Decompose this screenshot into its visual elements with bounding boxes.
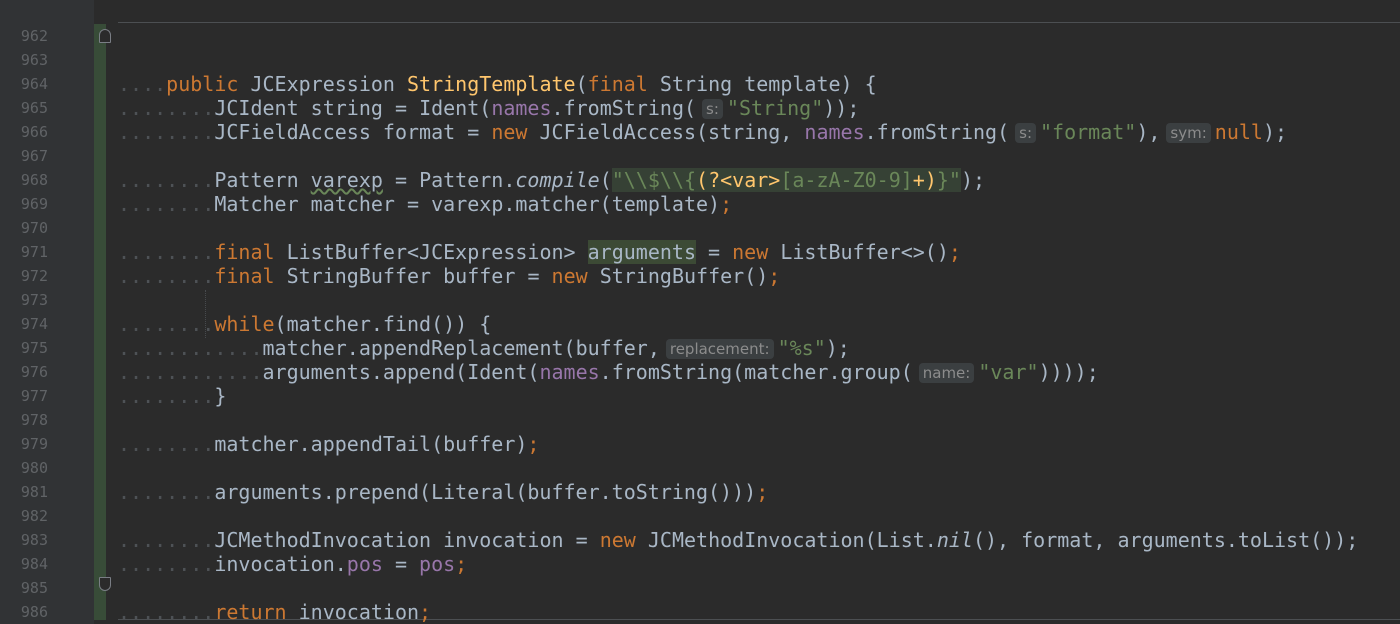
code-line[interactable]: 972	[0, 240, 1400, 285]
code-line[interactable]: 968 ........Matcher matcher = varexp.mat…	[0, 144, 1400, 216]
code-line[interactable]: 978 ........matcher.appendTail(buffer);	[0, 384, 1400, 456]
code-line[interactable]: 980 ........arguments.prepend(Literal(bu…	[0, 432, 1400, 504]
code-line[interactable]: 976 ........}	[0, 336, 1400, 408]
code-line[interactable]: 984	[0, 528, 1400, 573]
code-line[interactable]: 982 ........JCMethodInvocation invocatio…	[0, 480, 1400, 552]
code-line[interactable]: 974 ............matcher.appendReplacemen…	[0, 288, 1400, 360]
code-line[interactable]: 971 ........final StringBuffer buffer = …	[0, 216, 1400, 288]
code-editor[interactable]: 962 963 ....public JCExpression StringTe…	[0, 0, 1400, 624]
code-line[interactable]: 979	[0, 408, 1400, 453]
code-line[interactable]: 983 ........invocation.pos = pos;	[0, 504, 1400, 576]
code-line[interactable]: 975 ............arguments.append(Ident(n…	[0, 312, 1400, 384]
code-line[interactable]: 967 ........Pattern varexp = Pattern.com…	[0, 120, 1400, 192]
code-line[interactable]: 964 ........JCIdent string = Ident(names…	[0, 48, 1400, 120]
code-line[interactable]: 973 ........while(matcher.find()) {	[0, 264, 1400, 336]
code-line[interactable]: 965 ........JCFieldAccess format = new J…	[0, 72, 1400, 144]
code-line[interactable]: 963 ....public JCExpression StringTempla…	[0, 24, 1400, 96]
code-line[interactable]: 985 ........return invocation;	[0, 552, 1400, 624]
code-line[interactable]: 969	[0, 168, 1400, 213]
code-line[interactable]: 962	[0, 0, 1400, 45]
code-line[interactable]: 977	[0, 360, 1400, 405]
code-line[interactable]: 966	[0, 96, 1400, 141]
code-line[interactable]: 986 ....}	[0, 576, 1400, 621]
code-line[interactable]: 987	[0, 600, 1400, 624]
code-line[interactable]: 970 ........final ListBuffer<JCExpressio…	[0, 192, 1400, 264]
code-line[interactable]: 981	[0, 456, 1400, 501]
